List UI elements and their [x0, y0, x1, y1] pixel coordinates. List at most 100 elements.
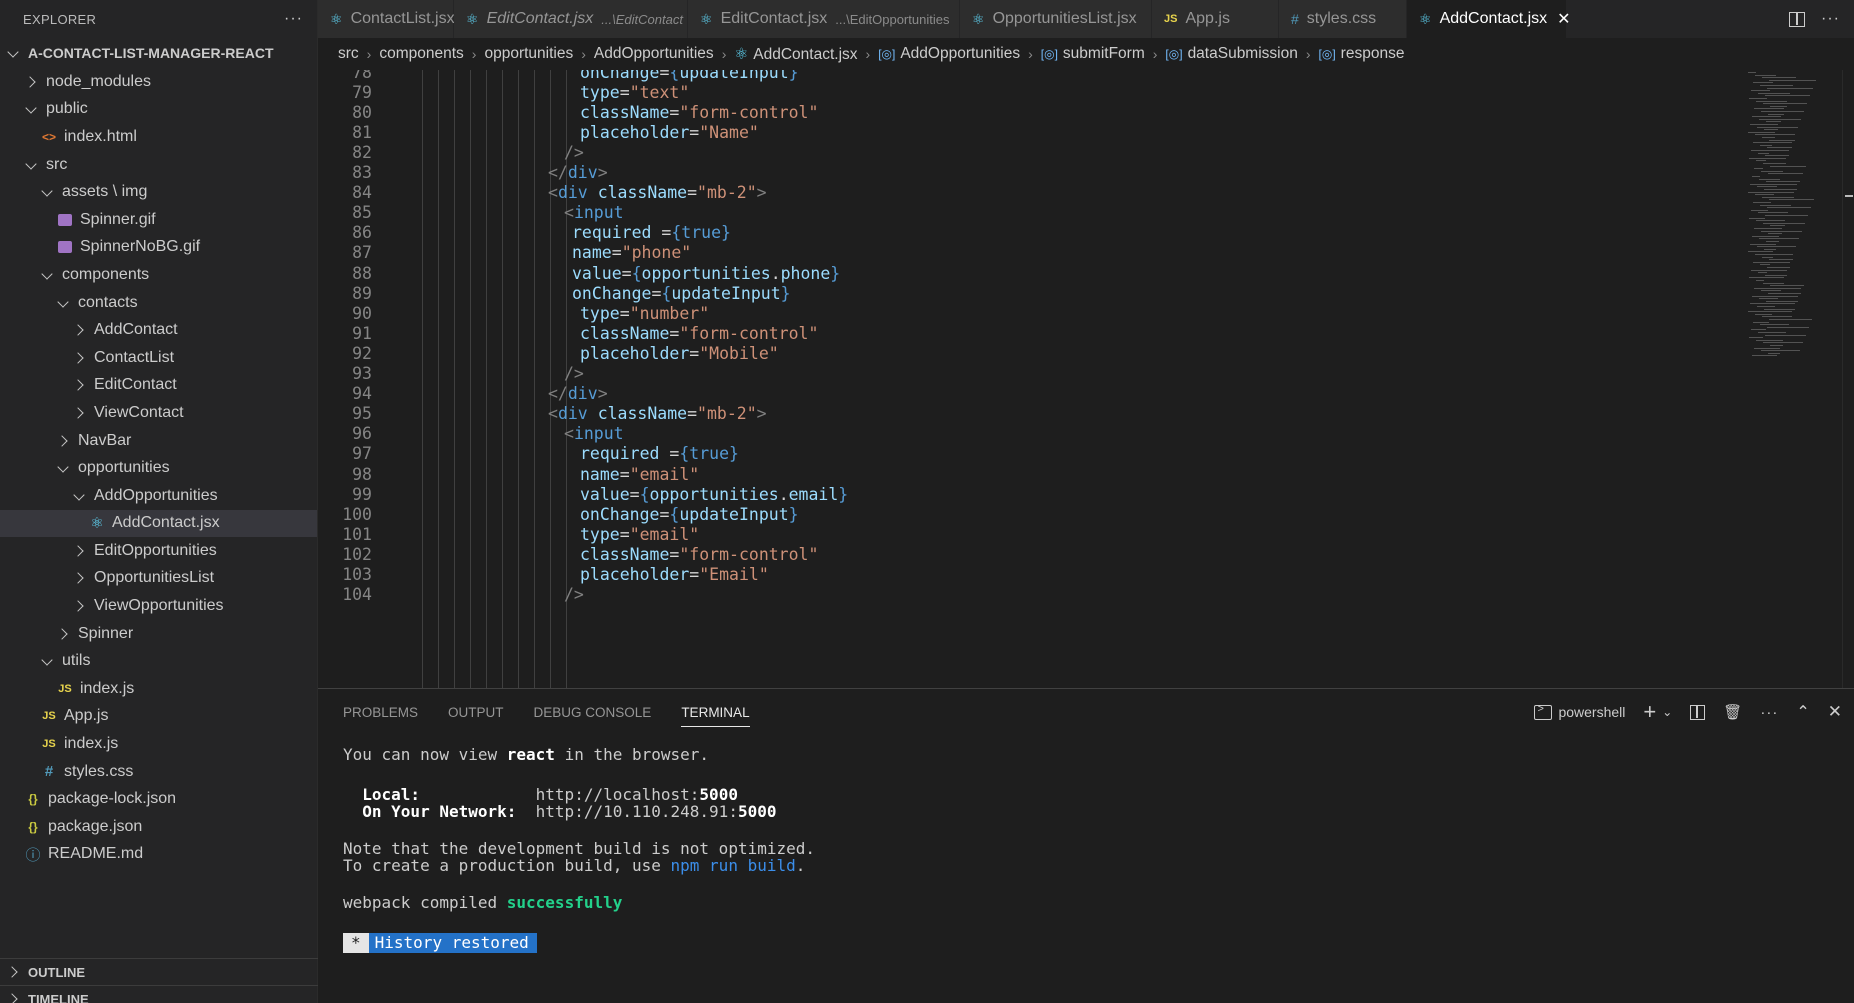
tree-item-addcontact-jsx[interactable]: ⚛ AddContact.jsx	[0, 509, 317, 538]
minimap-line	[1767, 207, 1811, 209]
line-number: 102	[342, 544, 372, 564]
tree-item-opportunitieslist[interactable]: OpportunitiesList	[0, 565, 317, 593]
scrollbar-thumb[interactable]	[1845, 195, 1853, 197]
close-icon[interactable]: ✕	[1557, 9, 1570, 29]
tab-opportunitieslist-jsx[interactable]: ⚛ OpportunitiesList.jsx	[960, 0, 1152, 38]
code-text: <input	[564, 203, 624, 222]
timeline-section[interactable]: TIMELINE	[0, 985, 318, 1003]
tab-editcontact-jsx[interactable]: ⚛ EditContact.jsx ...\EditOpportunities	[688, 0, 960, 38]
tree-item-styles-css[interactable]: # styles.css	[0, 758, 317, 786]
react-icon: ⚛	[330, 10, 343, 27]
tree-item-editopportunities[interactable]: EditOpportunities	[0, 537, 317, 565]
tab-addcontact-jsx[interactable]: ⚛ AddContact.jsx ✕	[1407, 0, 1571, 38]
close-panel-icon[interactable]: ✕	[1828, 702, 1842, 722]
new-terminal-icon[interactable]: +	[1643, 699, 1656, 725]
minimap-line	[1767, 267, 1790, 268]
tree-item-public[interactable]: public	[0, 96, 317, 124]
tree-item-src[interactable]: src	[0, 151, 317, 179]
code-token: true	[681, 223, 722, 243]
chevron-down-icon[interactable]: ⌄	[1662, 705, 1672, 719]
split-editor-icon[interactable]	[1789, 11, 1806, 27]
chevron-right-icon	[72, 323, 86, 337]
minimap-line	[1770, 345, 1783, 346]
breadcrumb-item[interactable]: [◎] dataSubmission	[1165, 45, 1297, 63]
breadcrumb-item[interactable]: [◎] submitForm	[1041, 45, 1145, 63]
tree-item-utils[interactable]: utils	[0, 647, 317, 675]
tree-item-assets-img[interactable]: assets \ img	[0, 178, 317, 206]
tab-contactlist-jsx[interactable]: ⚛ ContactList.jsx	[318, 0, 455, 38]
breadcrumb-item[interactable]: opportunities	[484, 45, 573, 63]
breadcrumb-item[interactable]: src	[338, 45, 359, 63]
code-text: <div className="mb-2">	[548, 183, 767, 202]
code-token: </	[548, 163, 568, 182]
chevron-right-icon: ›	[581, 46, 586, 62]
tree-item-package-lock-json[interactable]: {} package-lock.json	[0, 785, 317, 813]
tab-debug-console[interactable]: DEBUG CONSOLE	[534, 705, 652, 720]
tab-problems[interactable]: PROBLEMS	[343, 705, 418, 720]
tree-item-components[interactable]: components	[0, 261, 317, 289]
breadcrumb-item[interactable]: AddOpportunities	[594, 45, 714, 63]
code-token: type	[580, 303, 620, 323]
tree-item-spinner-gif[interactable]: Spinner.gif	[0, 206, 317, 234]
tab-label: AddContact.jsx	[1439, 10, 1548, 27]
tab-editcontact-jsx[interactable]: ⚛ EditContact.jsx ...\EditContact	[454, 0, 688, 38]
more-actions-icon[interactable]: ···	[1821, 10, 1840, 28]
tree-item-addopportunities[interactable]: AddOpportunities	[0, 482, 317, 510]
minimap-line	[1749, 337, 1763, 339]
code-token: =	[669, 544, 680, 564]
code-editor[interactable]: 78 onChange={updateInput} 79 type="text" 80 c…	[318, 70, 1854, 688]
tree-item-readme-md[interactable]: ⓘ README.md	[0, 841, 317, 869]
tree-item-editcontact[interactable]: EditContact	[0, 372, 317, 400]
minimap-line	[1757, 246, 1796, 248]
code-token: "mb-2"	[697, 183, 757, 203]
breadcrumb-item[interactable]: ⚛ AddContact.jsx	[734, 45, 857, 64]
tree-item-app-js[interactable]: JS App.js	[0, 703, 317, 731]
outline-section[interactable]: OUTLINE	[0, 958, 318, 985]
tree-item-index-js[interactable]: JS index.js	[0, 730, 317, 758]
terminal-output[interactable]: You can now view react in the browser. L…	[343, 745, 815, 953]
minimap-line	[1749, 157, 1786, 159]
tree-item-addcontact[interactable]: AddContact	[0, 316, 317, 344]
code-token: />	[564, 364, 584, 383]
react-icon: ⚛	[734, 45, 749, 63]
minimap-line	[1767, 147, 1792, 149]
tree-item-node-modules[interactable]: node_modules	[0, 68, 317, 96]
editor-scrollbar[interactable]	[1842, 70, 1854, 688]
file-tree: node_modules public <> index.html src assets …	[0, 68, 317, 868]
terminal-shell-selector[interactable]: powershell	[1534, 703, 1625, 720]
breadcrumb-item[interactable]: components	[379, 45, 463, 63]
code-token: updateInput	[671, 283, 781, 303]
tree-item-navbar[interactable]: NavBar	[0, 427, 317, 455]
trash-icon[interactable]: 🗑	[1723, 703, 1742, 721]
minimap-line	[1752, 355, 1777, 357]
minimap[interactable]	[1744, 70, 1854, 688]
code-token: required	[572, 223, 652, 243]
tree-item-index-html[interactable]: <> index.html	[0, 123, 317, 151]
tree-item-index-js[interactable]: JS index.js	[0, 675, 317, 703]
code-token: .	[770, 263, 781, 283]
tree-item-viewcontact[interactable]: ViewContact	[0, 399, 317, 427]
split-terminal-icon[interactable]	[1690, 704, 1706, 720]
tab-output[interactable]: OUTPUT	[448, 705, 504, 720]
tree-item-label: EditContact	[94, 376, 177, 394]
maximize-panel-icon[interactable]: ⌃	[1796, 702, 1809, 722]
tree-item-viewopportunities[interactable]: ViewOpportunities	[0, 592, 317, 620]
breadcrumb-item[interactable]: [◎] AddOpportunities	[878, 45, 1020, 63]
react-icon: ⚛	[1419, 10, 1432, 27]
workspace-root[interactable]: A-CONTACT-LIST-MANAGER-REACT	[0, 38, 317, 68]
tab-app-js[interactable]: JS App.js	[1152, 0, 1279, 38]
tree-item-contactlist[interactable]: ContactList	[0, 344, 317, 372]
more-actions-icon[interactable]: ···	[1760, 704, 1778, 721]
tree-item-contacts[interactable]: contacts	[0, 289, 317, 317]
tree-item-spinnernobg-gif[interactable]: SpinnerNoBG.gif	[0, 234, 317, 262]
tab-styles-css[interactable]: # styles.css	[1279, 0, 1407, 38]
tree-item-label: Spinner	[78, 624, 134, 642]
tree-item-spinner[interactable]: Spinner	[0, 620, 317, 648]
more-actions-icon[interactable]: ···	[284, 10, 303, 28]
tree-item-package-json[interactable]: {} package.json	[0, 813, 317, 841]
code-token: =	[687, 404, 698, 424]
tree-item-opportunities[interactable]: opportunities	[0, 454, 317, 482]
breadcrumb-item[interactable]: [◎] response	[1319, 45, 1405, 63]
code-token: =	[687, 183, 698, 203]
tab-terminal[interactable]: TERMINAL	[681, 705, 750, 727]
